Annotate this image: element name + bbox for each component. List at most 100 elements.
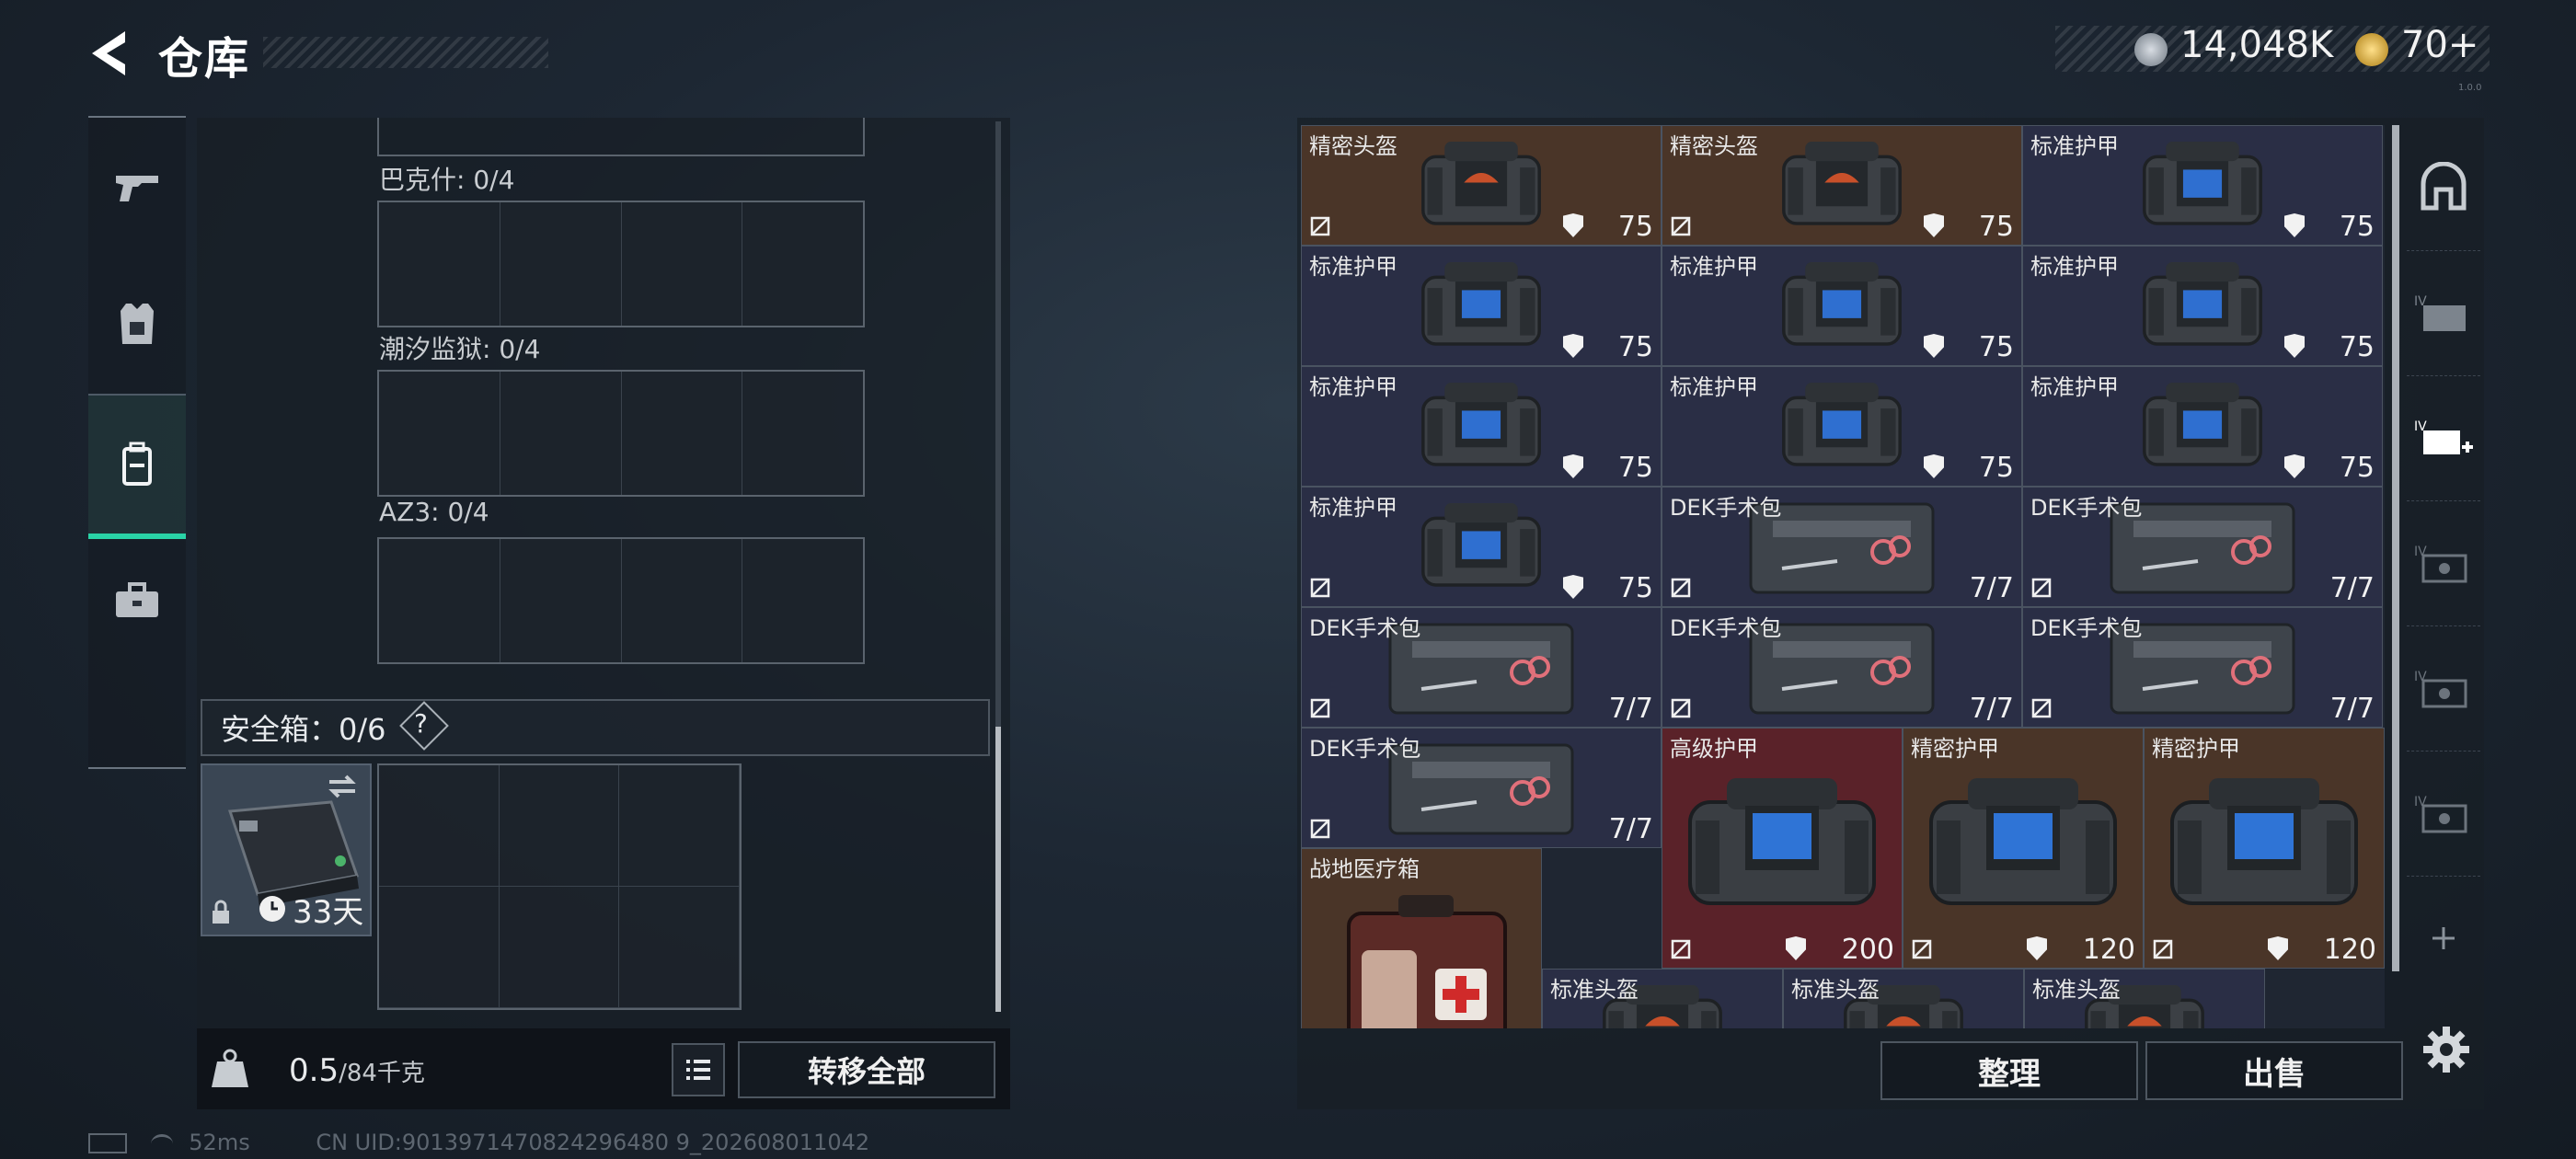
vest-icon — [121, 304, 154, 344]
inventory-item-kit[interactable]: DEK手术包 7/7 — [1301, 607, 1662, 728]
unbound-icon — [2153, 939, 2173, 959]
unbound-icon — [1310, 819, 1330, 839]
item-name: 标准头盔 — [1550, 977, 1639, 1003]
durability-shield-icon — [1924, 213, 1944, 237]
tab-armor-slot[interactable] — [2407, 125, 2480, 251]
currency-amount: 14,048K — [2180, 24, 2334, 66]
svg-text:IV: IV — [2414, 795, 2427, 809]
tab-case-add[interactable]: IV — [2407, 375, 2480, 501]
unbound-icon — [1310, 698, 1330, 718]
sort-button[interactable]: 整理 — [1880, 1041, 2138, 1100]
item-name: DEK手术包 — [2030, 495, 2143, 521]
item-value: 200 — [1841, 934, 1894, 966]
vest-icon — [1773, 376, 1911, 481]
inventory-grid: 精密头盔 75 精密头盔 75 标准护甲 75 标准护甲 75 标准护甲 75 标准护甲 75 标准护甲… — [1301, 125, 2385, 1028]
transfer-all-button[interactable]: 转移全部 — [738, 1041, 995, 1098]
item-value: 75 — [2339, 331, 2375, 363]
inventory-item-vest[interactable]: 标准护甲 75 — [1301, 487, 1662, 607]
safe-box-grid[interactable] — [377, 763, 742, 1010]
inventory-item-kit[interactable]: DEK手术包 7/7 — [1662, 607, 2022, 728]
item-name: 标准护甲 — [1309, 374, 1397, 400]
helmet-icon — [1412, 135, 1550, 240]
inventory-item-vest[interactable]: 标准护甲 75 — [1662, 246, 2022, 366]
bigvest-icon — [1922, 765, 2124, 925]
back-arrow-icon[interactable] — [85, 28, 131, 79]
inventory-item-bigvest[interactable]: 精密护甲 120 — [2144, 728, 2385, 969]
inventory-item-bigvest[interactable]: 精密护甲 120 — [1903, 728, 2144, 969]
currency-coin-icon — [2134, 33, 2168, 66]
inventory-item-helmet[interactable]: 精密头盔 75 — [1662, 125, 2022, 246]
item-name: DEK手术包 — [1309, 736, 1421, 762]
item-name: 精密头盔 — [1670, 133, 1758, 159]
nav-armor[interactable] — [88, 256, 186, 394]
durability-shield-icon — [1924, 454, 1944, 478]
unbound-icon — [1310, 578, 1330, 598]
slot-grid-tide-prison[interactable] — [377, 370, 865, 497]
inventory-item-helmet[interactable]: 标准头盔 — [1783, 969, 2024, 1028]
inventory-item-helmet[interactable]: 标准头盔 — [2024, 969, 2265, 1028]
sell-button[interactable]: 出售 — [2145, 1041, 2403, 1100]
battery-icon — [88, 1133, 127, 1153]
tab-case-4[interactable]: IV — [2407, 751, 2480, 877]
item-name: DEK手术包 — [2030, 615, 2143, 641]
tab-case-3[interactable]: IV — [2407, 625, 2480, 752]
inventory-item-vest[interactable]: 标准护甲 75 — [1662, 366, 2022, 487]
inventory-item-kit[interactable]: DEK手术包 7/7 — [2022, 607, 2383, 728]
item-value: 7/7 — [2329, 572, 2375, 604]
inventory-item-bigvest[interactable]: 高级护甲 200 — [1662, 728, 1903, 969]
case-iv-1-icon: IV — [2414, 294, 2466, 331]
inventory-item-vest[interactable]: 标准护甲 75 — [2022, 246, 2383, 366]
item-value: 7/7 — [1608, 813, 1653, 845]
slot-grid-bakshi[interactable] — [377, 201, 865, 327]
weight-readout: 0.5/84千克 — [289, 1052, 425, 1089]
inventory-item-vest[interactable]: 标准护甲 75 — [1301, 366, 1662, 487]
inventory-item-kit[interactable]: DEK手术包 7/7 — [1301, 728, 1662, 848]
inventory-item-medbox[interactable]: 战地医疗箱 — [1301, 848, 1542, 1028]
vest-icon — [1412, 256, 1550, 361]
slot-label-az3: AZ3: 0/4 — [379, 497, 489, 527]
item-name: 标准护甲 — [2030, 254, 2119, 280]
inventory-item-vest[interactable]: 标准护甲 75 — [2022, 125, 2383, 246]
slot-label-bakshi: 巴克什: 0/4 — [379, 165, 515, 195]
swap-icon[interactable] — [326, 773, 359, 800]
inventory-item-kit[interactable]: DEK手术包 7/7 — [1662, 487, 2022, 607]
slot-grid-az3[interactable] — [377, 537, 865, 664]
vest-icon — [2133, 256, 2271, 361]
inventory-item-helmet[interactable]: 精密头盔 75 — [1301, 125, 1662, 246]
durability-shield-icon — [2284, 334, 2305, 358]
helmet-icon — [1773, 135, 1911, 240]
bigvest-icon — [1681, 765, 1883, 925]
durability-shield-icon — [2268, 936, 2288, 960]
item-value: 75 — [1978, 331, 2014, 363]
inventory-scrollbar[interactable] — [2392, 125, 2399, 971]
partial-slot-grid — [377, 118, 865, 156]
item-name: 标准护甲 — [2030, 374, 2119, 400]
list-icon — [686, 1060, 710, 1080]
unbound-icon — [1310, 216, 1330, 236]
nav-tools[interactable] — [88, 532, 186, 670]
unbound-icon — [1671, 578, 1691, 598]
nav-weapons[interactable] — [88, 118, 186, 256]
nav-backpack[interactable] — [88, 394, 186, 539]
inventory-item-vest[interactable]: 标准护甲 75 — [2022, 366, 2383, 487]
medbox-icon — [1325, 886, 1518, 1028]
tab-case-2[interactable]: IV — [2407, 500, 2480, 626]
left-scrollbar-thumb[interactable] — [995, 727, 1001, 1012]
clock-icon — [259, 896, 285, 922]
inventory-item-kit[interactable]: DEK手术包 7/7 — [2022, 487, 2383, 607]
item-value: 75 — [1617, 331, 1653, 363]
tab-add[interactable] — [2407, 876, 2480, 1001]
unbound-icon — [1912, 939, 1932, 959]
durability-shield-icon — [1563, 575, 1583, 599]
inventory-item-helmet[interactable]: 标准头盔 — [1542, 969, 1783, 1028]
settings-gear-icon[interactable] — [2420, 1023, 2473, 1076]
item-name: DEK手术包 — [1670, 615, 1782, 641]
tab-case-1[interactable]: IV — [2407, 250, 2480, 376]
unbound-icon — [1671, 216, 1691, 236]
list-view-button[interactable] — [672, 1043, 725, 1096]
bigvest-icon — [2163, 765, 2365, 925]
inventory-item-vest[interactable]: 标准护甲 75 — [1301, 246, 1662, 366]
plus-icon — [2432, 927, 2455, 949]
item-value: 75 — [1617, 452, 1653, 484]
weight-max: /84千克 — [339, 1060, 425, 1087]
